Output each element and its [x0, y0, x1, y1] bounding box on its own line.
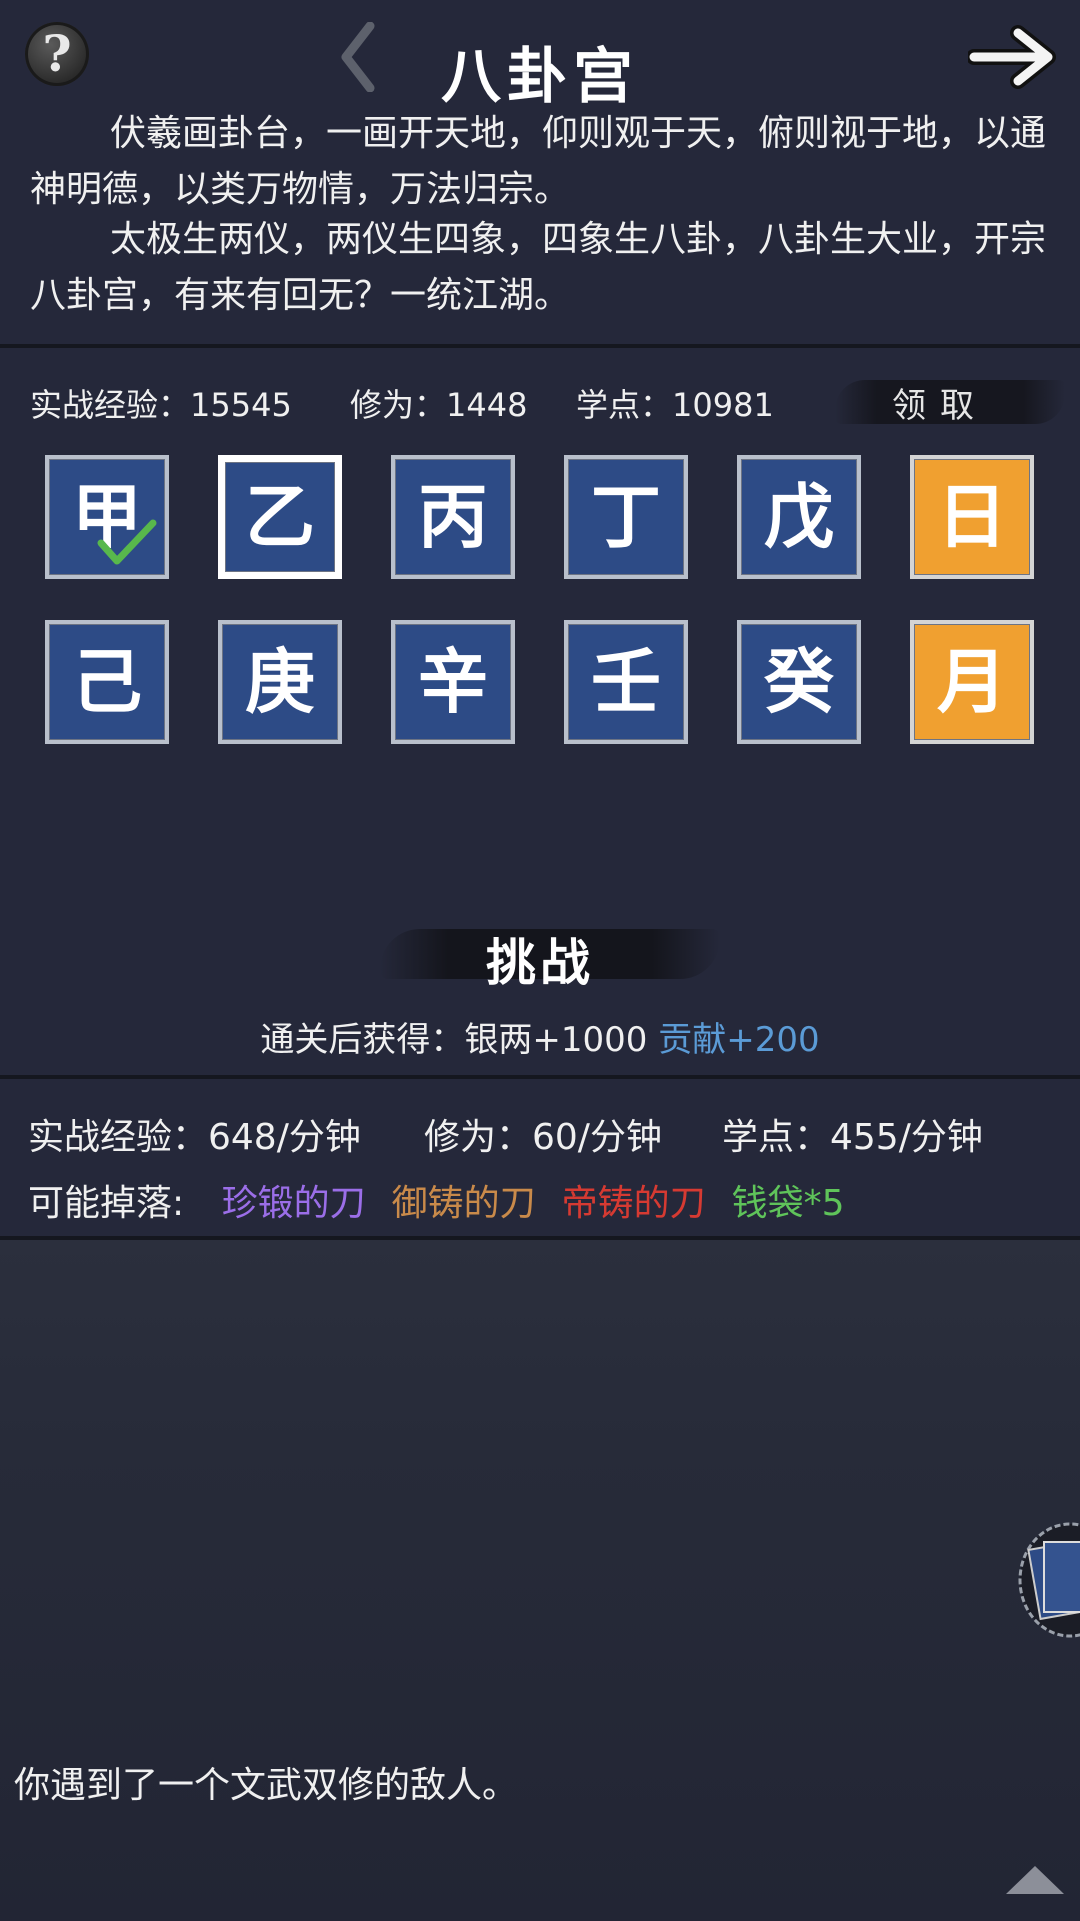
battle-log-message: 你遇到了一个文武双修的敌人。	[14, 1765, 519, 1806]
divider	[0, 1075, 1080, 1079]
tile-char: 丙	[418, 475, 488, 558]
drop-item: 御铸的刀	[391, 1183, 536, 1224]
possible-drops: 可能掉落: 珍锻的刀 御铸的刀 帝铸的刀 钱袋*5	[28, 1174, 871, 1226]
tile-char: 月	[937, 640, 1007, 723]
intro-paragraph: 太极生两仪，两仪生四象，四象生八卦，八卦生大业，开宗八卦宫，有来有回无？一统江湖…	[30, 219, 1047, 316]
stem-tile[interactable]: 乙	[218, 455, 342, 579]
drops-label: 可能掉落:	[28, 1183, 185, 1224]
stem-tile[interactable]: 甲	[45, 455, 169, 579]
drop-item: 珍锻的刀	[221, 1183, 366, 1224]
drop-item: 帝铸的刀	[561, 1183, 706, 1224]
triangle-up-icon	[1006, 1866, 1064, 1894]
drop-item: 钱袋*5	[731, 1183, 845, 1224]
reward-silver: 通关后获得：银两+1000	[260, 1020, 648, 1060]
cultivation-rate: 修为：60/分钟	[424, 1117, 662, 1158]
challenge-label: 挑战	[486, 933, 594, 992]
card-stack-icon[interactable]	[1010, 1520, 1080, 1640]
tile-char: 己	[72, 640, 142, 723]
claim-button[interactable]: 领取	[835, 372, 1065, 432]
stem-tile[interactable]: 庚	[218, 620, 342, 744]
combat-exp-stat: 实战经验：15545	[30, 386, 292, 424]
stem-tile[interactable]: 丙	[391, 455, 515, 579]
page-title: 八卦宫	[441, 42, 639, 112]
stem-tile[interactable]: 壬	[564, 620, 688, 744]
study-points-stat: 学点：10981	[576, 386, 774, 424]
help-button[interactable]: ?	[25, 22, 89, 86]
checkmark-icon	[97, 519, 157, 565]
scroll-up-button[interactable]	[1002, 1862, 1068, 1896]
cultivation-stat: 修为：1448	[350, 386, 528, 424]
stem-tile[interactable]: 日	[910, 455, 1034, 579]
stem-tile[interactable]: 月	[910, 620, 1034, 744]
study-points-rate: 学点：455/分钟	[722, 1117, 983, 1158]
tile-char: 戊	[764, 475, 834, 558]
tile-char: 日	[937, 475, 1007, 558]
prev-button[interactable]	[338, 21, 378, 93]
stem-tile[interactable]: 辛	[391, 620, 515, 744]
stem-tile[interactable]: 癸	[737, 620, 861, 744]
stem-tile[interactable]: 己	[45, 620, 169, 744]
card-fan-graphic	[1018, 1522, 1080, 1638]
reward-contribution: 贡献+200	[658, 1020, 820, 1060]
tile-char: 庚	[245, 640, 315, 723]
intro-paragraph: 伏羲画卦台，一画开天地，仰则观于天，俯则视于地，以通神明德，以类万物情，万法归宗…	[30, 113, 1047, 210]
divider	[0, 344, 1080, 348]
question-icon: ?	[42, 24, 72, 83]
claim-label: 领取	[892, 386, 988, 426]
tile-char: 辛	[418, 640, 488, 723]
arrow-right-icon	[966, 25, 1056, 89]
reward-line: 通关后获得：银两+1000 贡献+200	[0, 1012, 1080, 1061]
tile-char: 壬	[591, 640, 661, 723]
tile-char: 癸	[764, 640, 834, 723]
stem-tile[interactable]: 戊	[737, 455, 861, 579]
chevron-left-icon	[341, 21, 375, 93]
tile-char: 乙	[245, 475, 315, 558]
next-button[interactable]	[966, 25, 1060, 89]
challenge-button[interactable]: 挑战	[380, 915, 720, 995]
scene-log-area	[0, 1240, 1080, 1921]
stem-tile[interactable]: 丁	[564, 455, 688, 579]
tile-char: 丁	[591, 475, 661, 558]
combat-exp-rate: 实战经验：648/分钟	[28, 1117, 361, 1158]
